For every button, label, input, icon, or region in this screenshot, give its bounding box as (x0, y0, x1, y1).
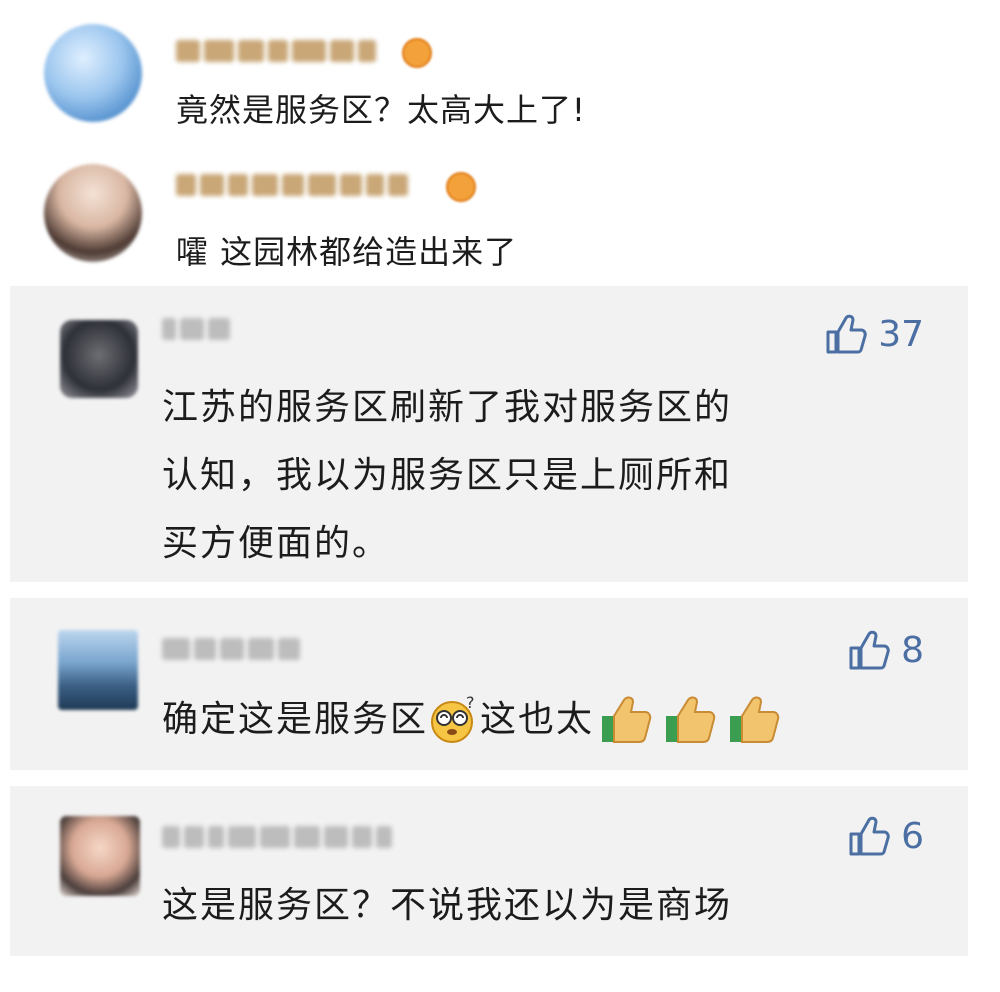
avatar[interactable] (44, 24, 142, 122)
like-button[interactable]: 6 (847, 814, 924, 858)
like-button[interactable]: 37 (824, 312, 924, 356)
thumbs-up-icon (849, 816, 890, 856)
comment-card: 37 江苏的服务区刷新了我对服务区的 认知，我以为服务区只是上厕所和 买方便面的… (10, 286, 968, 582)
comment-card: 8 确定这是服务区 ? 这也太 (10, 598, 968, 770)
comment-text-part: 这也太 (480, 699, 595, 740)
thumbs-up-icon (826, 314, 867, 354)
like-count: 6 (901, 815, 924, 857)
like-count: 37 (878, 313, 924, 355)
comment-text-part: 确定这是服务区 (162, 699, 429, 740)
thumbs-up-icon (849, 630, 890, 670)
username[interactable] (162, 314, 230, 344)
username[interactable] (162, 822, 392, 852)
thumbs-up-icon (730, 696, 780, 743)
comment-text-line: 江苏的服务区刷新了我对服务区的 (162, 387, 733, 428)
medal-icon (446, 172, 476, 202)
username[interactable] (176, 170, 408, 200)
thumbs-up-icon (666, 696, 716, 743)
avatar[interactable] (44, 164, 142, 262)
medal-icon (402, 38, 432, 68)
comment-text: 这是服务区？不说我还以为是商场 (162, 885, 733, 926)
username[interactable] (162, 634, 300, 664)
comment-text-line: 认知，我以为服务区只是上厕所和 (162, 455, 733, 496)
dizzy-face-icon: ? (431, 694, 477, 743)
avatar[interactable] (60, 320, 138, 398)
svg-text:?: ? (466, 694, 477, 712)
comment-text: 竟然是服务区？太高大上了! (176, 91, 586, 129)
comment-item: 竟然是服务区？太高大上了! (0, 0, 1000, 140)
comment-card: 6 这是服务区？不说我还以为是商场 (10, 786, 968, 956)
avatar[interactable] (60, 816, 140, 896)
like-count: 8 (901, 629, 924, 671)
comment-item: 嚯 这园林都给造出来了 (0, 140, 1000, 280)
like-button[interactable]: 8 (847, 628, 924, 672)
username[interactable] (176, 36, 376, 66)
comment-text-line: 买方便面的。 (162, 523, 391, 564)
avatar[interactable] (58, 630, 138, 710)
comment-text: 确定这是服务区 ? 这也太 (162, 686, 784, 754)
comment-text: 嚯 这园林都给造出来了 (176, 233, 518, 271)
thumbs-up-icon (602, 696, 652, 743)
